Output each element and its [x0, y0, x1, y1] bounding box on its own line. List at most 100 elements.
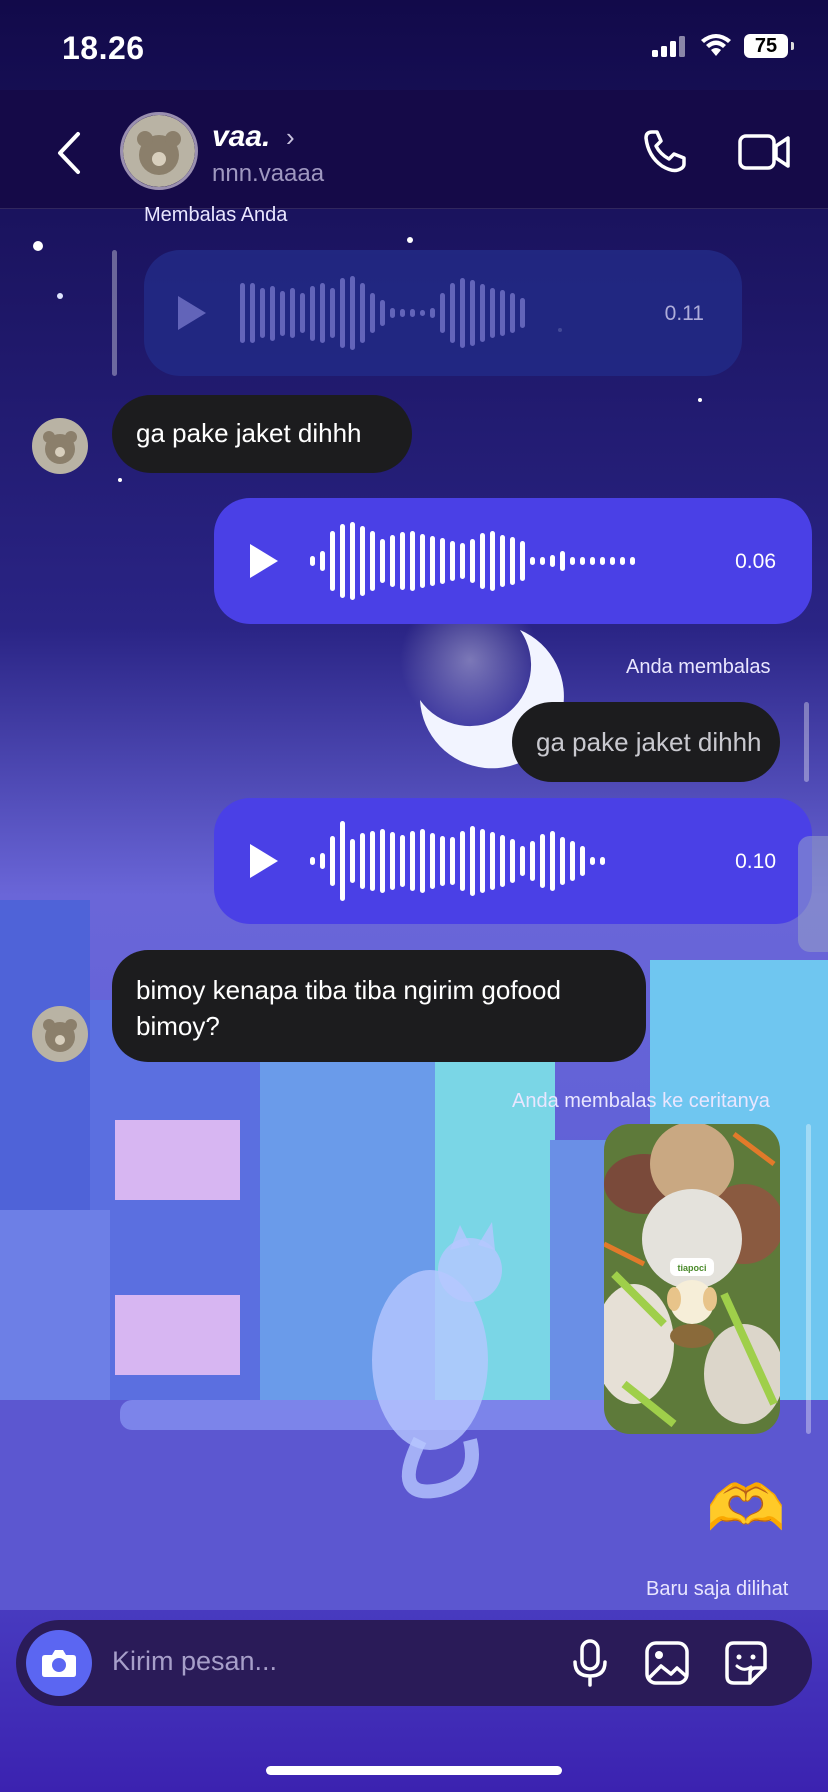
waveform-bar [480, 829, 485, 893]
waveform-bar [460, 831, 465, 891]
video-call-icon[interactable] [738, 130, 790, 174]
waveform-bar [470, 280, 475, 346]
reply-indicator-bar [804, 702, 809, 782]
voice-message-sent[interactable]: 0.06 [214, 498, 812, 624]
message-input[interactable]: Kirim pesan... [112, 1646, 277, 1677]
story-thumbnail[interactable]: tiapoci [604, 1124, 780, 1434]
waveform-bar [490, 832, 495, 890]
reply-context-label: Anda membalas [626, 656, 771, 678]
waveform-bar [290, 288, 295, 338]
waveform [310, 820, 605, 902]
waveform-bar [320, 853, 325, 869]
replied-quote[interactable]: ga pake jaket dihhh [512, 702, 780, 782]
contact-username[interactable]: nnn.vaaaa [212, 160, 324, 188]
play-icon[interactable] [250, 544, 278, 578]
waveform-bar [620, 557, 625, 565]
message-line: bimoy kenapa tiba tiba ngirim gofood [136, 975, 561, 1005]
side-drawer-handle[interactable] [798, 836, 828, 952]
received-message[interactable]: ga pake jaket dihhh [112, 395, 412, 473]
sender-avatar[interactable] [32, 418, 88, 474]
waveform-bar [610, 557, 615, 565]
waveform-bar [540, 834, 545, 888]
waveform-bar [310, 857, 315, 865]
gallery-icon[interactable] [644, 1640, 690, 1686]
battery-indicator: 75 [744, 34, 794, 58]
waveform-bar [530, 841, 535, 881]
waveform-bar [550, 831, 555, 891]
waveform-bar [380, 539, 385, 583]
reply-indicator-bar [112, 250, 117, 376]
phone-call-icon[interactable] [640, 126, 690, 176]
waveform-bar [420, 534, 425, 588]
received-message[interactable]: bimoy kenapa tiba tiba ngirim gofood bim… [112, 950, 646, 1062]
waveform-bar [400, 309, 405, 317]
play-icon[interactable] [178, 296, 206, 330]
chat-header: vaa. › nnn.vaaaa [0, 90, 828, 209]
camera-icon [42, 1650, 76, 1677]
waveform-bar [590, 857, 595, 865]
waveform-bar [450, 837, 455, 885]
waveform-bar [490, 288, 495, 338]
food-photo: tiapoci [604, 1124, 780, 1434]
waveform-bar [340, 821, 345, 901]
waveform-bar [570, 841, 575, 881]
waveform-bar [350, 839, 355, 883]
waveform-bar [320, 551, 325, 571]
waveform-bar [360, 833, 365, 889]
voice-message-sent[interactable]: 0.10 [214, 798, 812, 924]
waveform-bar [480, 284, 485, 342]
waveform-bar [360, 526, 365, 596]
waveform-bar [420, 310, 425, 316]
sender-avatar[interactable] [32, 1006, 88, 1062]
waveform-bar [500, 535, 505, 587]
signal-icon [652, 36, 685, 57]
voice-message-replied[interactable]: 0.11 [144, 250, 742, 376]
waveform-bar [510, 537, 515, 585]
waveform-bar [410, 309, 415, 317]
contact-name[interactable]: vaa. [212, 120, 270, 154]
sticker-icon[interactable] [722, 1640, 770, 1686]
chevron-right-icon[interactable]: › [286, 122, 295, 153]
voice-duration: 0.10 [735, 850, 776, 873]
story-reply-label: Anda membalas ke ceritanya [512, 1090, 770, 1112]
waveform-bar [630, 557, 635, 565]
heart-hands-emoji[interactable]: 🫶 [706, 1472, 786, 1544]
waveform [240, 276, 525, 350]
waveform-bar [490, 531, 495, 591]
status-icons: 75 [652, 34, 794, 58]
waveform-bar [450, 283, 455, 343]
waveform-bar [470, 539, 475, 583]
waveform-bar [440, 293, 445, 333]
voice-duration: 0.11 [664, 302, 704, 325]
play-icon[interactable] [250, 844, 278, 878]
waveform-bar [440, 538, 445, 584]
waveform-bar [240, 283, 245, 343]
waveform-bar [430, 308, 435, 318]
waveform-bar [520, 541, 525, 581]
camera-button[interactable] [26, 1630, 92, 1696]
waveform-bar [340, 524, 345, 598]
waveform-bar [390, 832, 395, 890]
waveform-bar [550, 555, 555, 567]
waveform-bar [520, 298, 525, 328]
waveform-bar [480, 533, 485, 589]
waveform-bar [330, 288, 335, 338]
waveform-bar [560, 837, 565, 885]
waveform-bar [250, 283, 255, 343]
message-composer: Kirim pesan... [16, 1620, 812, 1706]
waveform-bar [540, 557, 545, 565]
waveform-bar [340, 278, 345, 348]
reply-indicator-bar [806, 1124, 811, 1434]
waveform-bar [570, 557, 575, 565]
microphone-icon[interactable] [570, 1638, 610, 1688]
waveform-bar [450, 541, 455, 581]
waveform-bar [460, 543, 465, 579]
waveform-bar [560, 551, 565, 571]
waveform-bar [470, 826, 475, 896]
home-indicator [266, 1766, 562, 1775]
contact-avatar[interactable] [120, 112, 198, 190]
waveform-bar [500, 290, 505, 336]
back-icon[interactable] [50, 128, 90, 178]
wifi-icon [701, 34, 731, 56]
waveform-bar [400, 835, 405, 887]
